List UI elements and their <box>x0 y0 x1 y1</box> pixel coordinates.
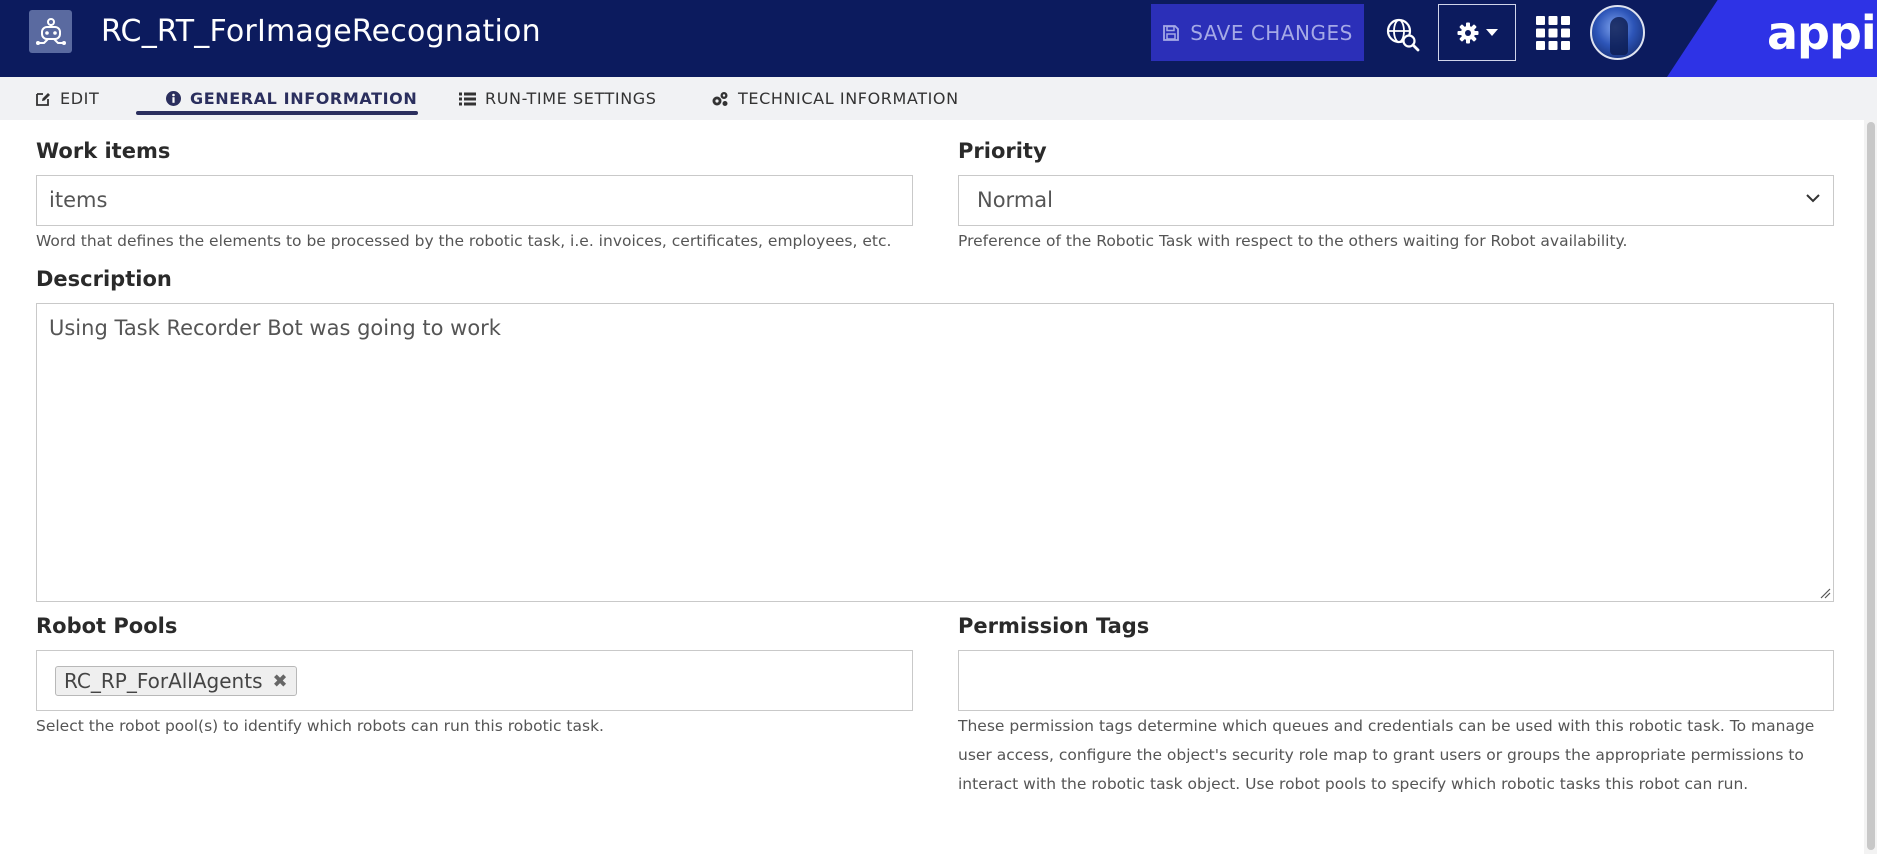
caret-down-icon <box>1486 28 1498 36</box>
robot-pools-label: Robot Pools <box>36 614 178 638</box>
permission-tags-help: These permission tags determine which qu… <box>958 717 1815 793</box>
robot-pools-help: Select the robot pool(s) to identify whi… <box>36 717 604 735</box>
save-changes-label: SAVE CHANGES <box>1190 20 1353 45</box>
gears-icon <box>712 91 728 106</box>
tab-run-time-settings-label: RUN-TIME SETTINGS <box>485 89 657 108</box>
work-items-help: Word that defines the elements to be pro… <box>36 232 892 250</box>
tab-general-information-label: GENERAL INFORMATION <box>190 89 418 108</box>
priority-select[interactable]: Normal <box>958 175 1834 226</box>
chevron-down-icon <box>1806 194 1820 203</box>
tab-edit-label: EDIT <box>60 89 100 108</box>
user-avatar[interactable] <box>1590 5 1645 60</box>
info-icon <box>166 91 181 106</box>
work-items-input[interactable]: items <box>36 175 913 226</box>
edit-icon <box>36 92 50 106</box>
description-value: Using Task Recorder Bot was going to wor… <box>49 316 501 340</box>
robotic-task-icon <box>29 10 72 53</box>
tab-technical-information-label: TECHNICAL INFORMATION <box>738 89 959 108</box>
page-scrollbar[interactable] <box>1864 120 1877 854</box>
remove-tag-icon[interactable]: ✖ <box>273 671 288 692</box>
tab-run-time-settings[interactable]: RUN-TIME SETTINGS <box>459 77 657 120</box>
robot-pools-picker[interactable]: RC_RP_ForAllAgents ✖ <box>36 650 913 711</box>
resize-handle-icon[interactable] <box>1819 587 1831 599</box>
top-header: RC_RT_ForImageRecognation SAVE CHANGES a… <box>0 0 1877 77</box>
globe-search-icon <box>1386 18 1420 52</box>
settings-menu-button[interactable] <box>1438 4 1516 61</box>
apps-grid-button[interactable] <box>1534 14 1572 52</box>
work-items-value: items <box>49 188 108 212</box>
description-label: Description <box>36 267 172 291</box>
permission-tags-label: Permission Tags <box>958 614 1150 638</box>
list-settings-icon <box>459 92 476 105</box>
work-items-label: Work items <box>36 139 171 163</box>
grid-icon <box>1536 16 1570 50</box>
description-textarea[interactable]: Using Task Recorder Bot was going to wor… <box>36 303 1834 602</box>
floppy-disk-icon <box>1163 24 1180 41</box>
globe-search-button[interactable] <box>1382 14 1422 54</box>
priority-value: Normal <box>977 188 1053 212</box>
scrollbar-thumb[interactable] <box>1867 122 1875 850</box>
gear-icon <box>1457 22 1479 43</box>
robot-pool-tag: RC_RP_ForAllAgents ✖ <box>55 666 297 696</box>
priority-label: Priority <box>958 139 1047 163</box>
priority-help: Preference of the Robotic Task with resp… <box>958 232 1628 250</box>
active-tab-indicator <box>136 111 418 115</box>
appian-logo: appian <box>1767 6 1877 60</box>
avatar-figure <box>1610 17 1628 55</box>
tab-technical-information[interactable]: TECHNICAL INFORMATION <box>711 77 959 120</box>
tab-edit[interactable]: EDIT <box>35 77 99 120</box>
save-changes-button[interactable]: SAVE CHANGES <box>1151 4 1364 61</box>
permission-tags-picker[interactable] <box>958 650 1834 711</box>
page-title: RC_RT_ForImageRecognation <box>101 14 541 49</box>
robot-pool-tag-label: RC_RP_ForAllAgents <box>64 669 263 693</box>
